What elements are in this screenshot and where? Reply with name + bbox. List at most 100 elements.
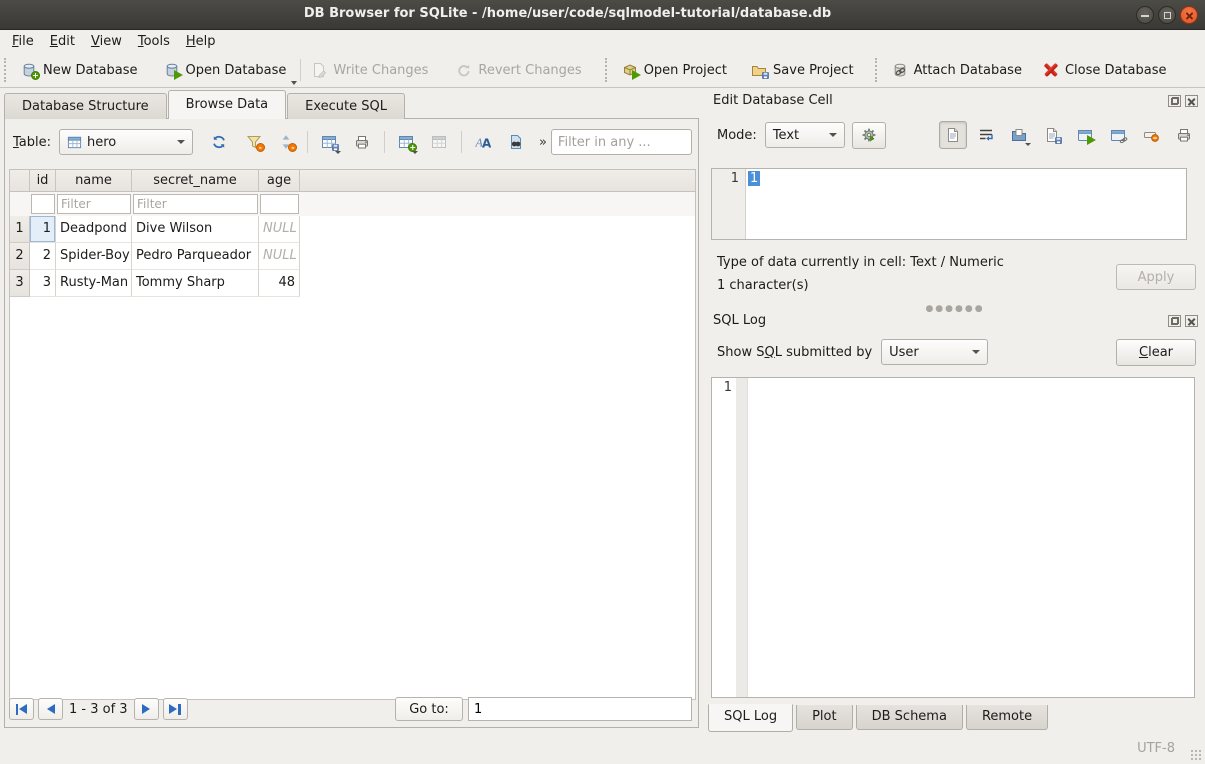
menu-edit[interactable]: Edit <box>42 32 83 51</box>
attach-database-button[interactable]: Attach Database <box>885 58 1029 82</box>
print-button[interactable] <box>350 129 374 155</box>
open-database-button[interactable]: Open Database <box>157 58 294 82</box>
mode-select[interactable]: Text <box>765 122 845 148</box>
cell-editor[interactable]: 1 1 <box>711 168 1187 240</box>
tab-plot[interactable]: Plot <box>796 705 853 730</box>
cell-secret-name[interactable]: Pedro Parqueador <box>132 243 259 270</box>
column-header-id[interactable]: id <box>30 170 56 191</box>
copy-link-button[interactable] <box>1104 121 1132 149</box>
find-in-table-button[interactable] <box>504 129 528 155</box>
splitter-handle[interactable]: ●●●●●● <box>705 304 1205 314</box>
open-database-dropdown[interactable] <box>291 81 297 85</box>
filter-input-age[interactable] <box>260 194 299 214</box>
menu-help[interactable]: Help <box>178 32 224 51</box>
save-results-button[interactable] <box>317 129 341 155</box>
float-dock-icon[interactable] <box>1168 95 1181 107</box>
toolbar-grip[interactable] <box>875 58 881 82</box>
menu-file[interactable]: File <box>4 32 42 51</box>
revert-changes-button[interactable]: Revert Changes <box>449 58 588 82</box>
sql-log-view[interactable]: 1 <box>711 377 1195 698</box>
tab-database-structure[interactable]: Database Structure <box>4 93 167 119</box>
table-row: 2 2 Spider-Boy Pedro Parqueador NULL <box>10 243 695 270</box>
filter-input-secret-name[interactable] <box>133 194 258 214</box>
set-null-button[interactable] <box>1137 121 1165 149</box>
next-page-button[interactable] <box>134 698 159 720</box>
row-header[interactable]: 1 <box>10 216 30 243</box>
editor-line-number: 1 <box>712 169 746 239</box>
row-range-text: 1 - 3 of 3 <box>69 702 128 717</box>
toolbar-overflow-chevron[interactable]: » <box>539 135 547 150</box>
tab-execute-sql[interactable]: Execute SQL <box>287 93 405 119</box>
cell-id[interactable]: 1 <box>30 216 56 243</box>
clear-sorting-button[interactable]: - <box>275 129 299 155</box>
column-header-age[interactable]: age <box>259 170 300 191</box>
first-page-button[interactable] <box>9 698 34 720</box>
chevron-down-icon <box>177 140 185 144</box>
clear-sorting-icon: - <box>278 134 294 150</box>
apply-button[interactable]: Apply <box>1116 264 1196 290</box>
data-grid: id name secret_name age 1 1 Deadpond Div… <box>9 169 696 700</box>
minimize-button[interactable] <box>1136 6 1154 24</box>
new-database-button[interactable]: + New Database <box>14 58 145 82</box>
filter-input-name[interactable] <box>57 194 131 214</box>
resize-grip[interactable] <box>1190 749 1202 761</box>
submitted-by-value: User <box>889 345 919 360</box>
import-data-button[interactable] <box>1005 121 1033 149</box>
tab-sql-log[interactable]: SQL Log <box>708 704 793 732</box>
close-dock-icon[interactable] <box>1185 95 1198 107</box>
display-format-button[interactable] <box>472 129 496 155</box>
cell-secret-name[interactable]: Tommy Sharp <box>132 270 259 297</box>
clear-filters-button[interactable]: - <box>242 129 266 155</box>
float-dock-icon[interactable] <box>1168 315 1181 327</box>
cell-id[interactable]: 2 <box>30 243 56 270</box>
open-project-icon <box>622 62 638 78</box>
tab-remote[interactable]: Remote <box>966 705 1048 730</box>
export-data-button[interactable] <box>1038 121 1066 149</box>
text-mode-button[interactable] <box>939 121 967 149</box>
goto-button[interactable]: Go to: <box>395 697 463 721</box>
previous-page-button[interactable] <box>38 698 63 720</box>
toolbar-grip[interactable] <box>4 58 10 82</box>
submitted-by-select[interactable]: User <box>881 339 988 365</box>
print-cell-button[interactable] <box>1170 121 1198 149</box>
cell-age[interactable]: NULL <box>259 216 300 243</box>
word-wrap-button[interactable] <box>972 121 1000 149</box>
cell-name[interactable]: Deadpond <box>56 216 132 243</box>
maximize-button[interactable] <box>1158 6 1176 24</box>
cell-secret-name[interactable]: Dive Wilson <box>132 216 259 243</box>
toolbar-grip[interactable] <box>605 58 611 82</box>
auto-apply-button[interactable] <box>852 122 886 149</box>
grid-corner[interactable] <box>10 170 30 191</box>
open-external-button[interactable] <box>1071 121 1099 149</box>
tab-db-schema[interactable]: DB Schema <box>856 705 963 730</box>
cell-name[interactable]: Spider-Boy <box>56 243 132 270</box>
cell-age[interactable]: 48 <box>259 270 300 297</box>
close-database-button[interactable]: Close Database <box>1037 59 1174 82</box>
close-dock-icon[interactable] <box>1185 315 1198 327</box>
tab-browse-data[interactable]: Browse Data <box>168 90 287 119</box>
cell-age[interactable]: NULL <box>259 243 300 270</box>
open-project-button[interactable]: Open Project <box>615 58 734 82</box>
filter-input-id[interactable] <box>31 194 55 214</box>
filter-any-input[interactable] <box>551 129 692 155</box>
close-button[interactable] <box>1180 6 1198 24</box>
save-project-icon <box>751 62 767 78</box>
table-select[interactable]: hero <box>59 129 193 155</box>
column-header-name[interactable]: name <box>56 170 132 191</box>
insert-record-button[interactable]: + <box>394 129 418 155</box>
cell-id[interactable]: 3 <box>30 270 56 297</box>
write-changes-button[interactable]: Write Changes <box>304 58 435 82</box>
clear-log-button[interactable]: Clear <box>1116 339 1196 366</box>
row-header[interactable]: 3 <box>10 270 30 297</box>
last-page-button[interactable] <box>163 698 188 720</box>
row-header[interactable]: 2 <box>10 243 30 270</box>
save-project-button[interactable]: Save Project <box>744 58 861 82</box>
goto-input[interactable] <box>468 697 692 721</box>
column-header-secret-name[interactable]: secret_name <box>132 170 259 191</box>
refresh-button[interactable] <box>207 129 231 155</box>
edit-cell-title: Edit Database Cell <box>713 93 833 108</box>
menu-tools[interactable]: Tools <box>130 32 178 51</box>
delete-record-button[interactable] <box>427 129 451 155</box>
menu-view[interactable]: View <box>83 32 130 51</box>
cell-name[interactable]: Rusty-Man <box>56 270 132 297</box>
